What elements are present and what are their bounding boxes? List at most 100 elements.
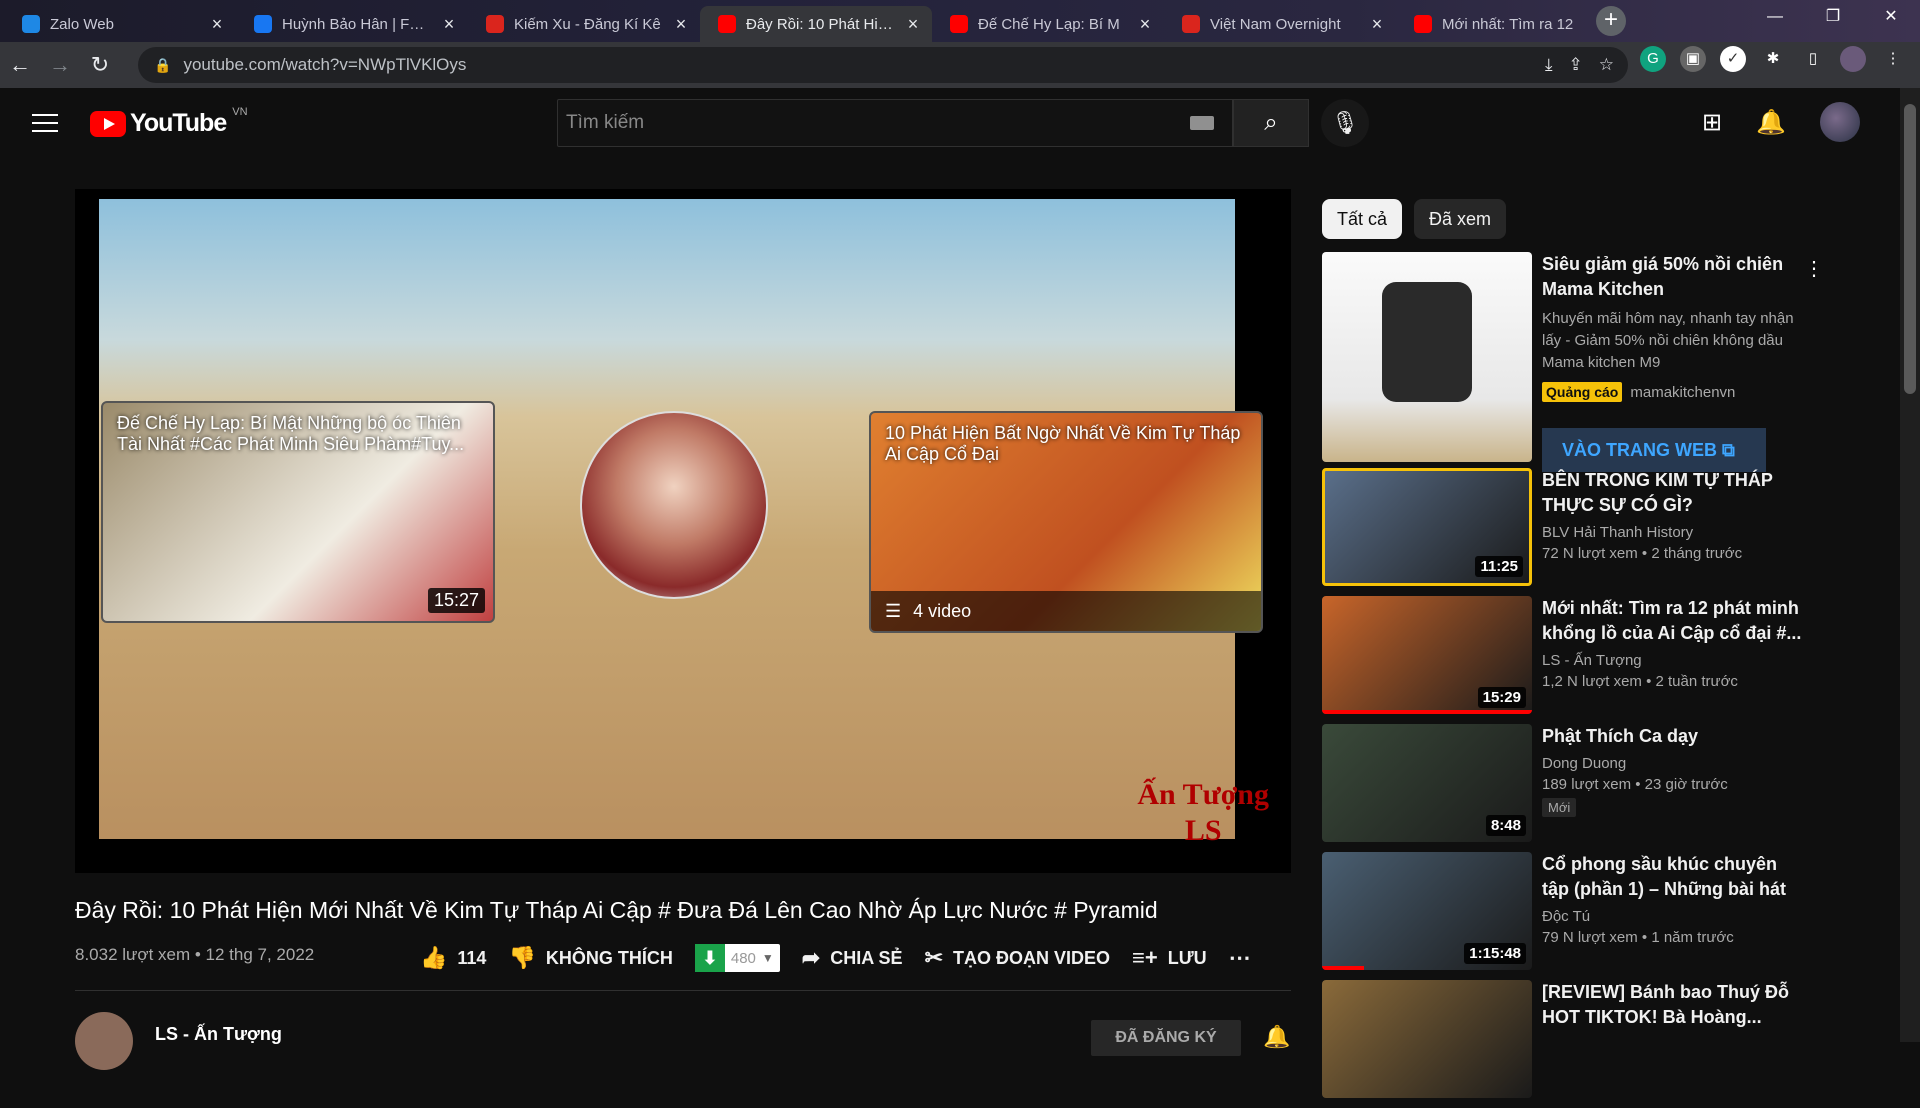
extension-icon[interactable]: ▣ xyxy=(1680,46,1706,72)
more-options-icon[interactable]: ⋮ xyxy=(1804,256,1824,281)
more-actions-button[interactable]: ⋯ xyxy=(1229,945,1251,971)
new-tab-button[interactable]: + xyxy=(1596,6,1626,36)
channel-name[interactable]: BLV Hải Thanh History xyxy=(1542,524,1802,541)
visit-site-button[interactable]: VÀO TRANG WEB ⧉ xyxy=(1542,428,1766,472)
thumbs-down-icon: 👎 xyxy=(508,945,536,970)
related-video-item[interactable]: [REVIEW] Bánh bao Thuý Đỗ HOT TIKTOK! Bà… xyxy=(1322,980,1812,1108)
video-title[interactable]: Cổ phong sầu khúc chuyên tập (phần 1) – … xyxy=(1542,852,1802,902)
notifications-bell-icon[interactable]: 🔔 xyxy=(1756,108,1786,137)
window-controls: — ❐ ✕ xyxy=(1746,0,1920,34)
create-video-icon[interactable]: ⊞ xyxy=(1702,108,1722,137)
browser-tab[interactable]: Kiếm Xu - Đăng Kí Kê × xyxy=(468,6,700,42)
browser-tab-strip: Zalo Web × Huỳnh Bảo Hân | Face × Kiếm Xu - … xyxy=(0,0,1920,42)
logo-text: YouTube xyxy=(130,109,227,137)
video-stats: 79 N lượt xem • 1 năm trước xyxy=(1542,929,1734,946)
like-button[interactable]: 👍 114 xyxy=(420,945,486,971)
video-title[interactable]: Mới nhất: Tìm ra 12 phát minh khổng lồ c… xyxy=(1542,596,1802,646)
scroll-thumb[interactable] xyxy=(1904,104,1916,394)
minimize-icon[interactable]: — xyxy=(1746,0,1804,34)
browser-tab[interactable]: Zalo Web × xyxy=(4,6,236,42)
forward-icon[interactable]: → xyxy=(40,45,80,85)
tab-title: Mới nhất: Tìm ra 12 xyxy=(1442,15,1574,33)
channel-name[interactable]: LS - Ấn Tượng xyxy=(1542,652,1802,669)
address-bar[interactable]: 🔒 youtube.com/watch?v=NWpTlVKlOys ⤓ ⇪ ☆ xyxy=(138,47,1628,83)
menu-dots-icon[interactable]: ⋮ xyxy=(1880,46,1906,72)
close-tab-icon[interactable]: × xyxy=(208,14,226,35)
ad-title[interactable]: Siêu giảm giá 50% nồi chiên Mama Kitchen xyxy=(1542,252,1802,302)
dislike-button[interactable]: 👎 KHÔNG THÍCH xyxy=(508,945,672,971)
video-thumbnail[interactable]: 11:25 xyxy=(1322,468,1532,586)
menu-icon[interactable] xyxy=(28,110,62,136)
voice-search-button[interactable]: 🎙 xyxy=(1321,99,1369,147)
ad-description: Khuyến mãi hôm nay, nhanh tay nhận lấy -… xyxy=(1542,310,1794,371)
notification-bell-icon[interactable]: 🔔 xyxy=(1263,1024,1290,1050)
browser-tab[interactable]: Đây Rồi: 10 Phát Hiện × xyxy=(700,6,932,42)
bookmark-star-icon[interactable]: ☆ xyxy=(1599,55,1614,75)
chip-all[interactable]: Tất cả xyxy=(1322,199,1403,239)
related-video-item[interactable]: 11:25 BÊN TRONG KIM TỰ THÁP THỰC SỰ CÓ GÌ… xyxy=(1322,468,1812,596)
playlist-icon: ☰ xyxy=(885,600,902,621)
share-icon[interactable]: ⇪ xyxy=(1569,55,1583,75)
ad-thumbnail[interactable] xyxy=(1322,252,1532,462)
browser-tab[interactable]: Việt Nam Overnight × xyxy=(1164,6,1396,42)
close-tab-icon[interactable]: × xyxy=(1136,14,1154,35)
account-avatar[interactable] xyxy=(1820,102,1860,142)
tab-favicon-icon xyxy=(718,15,736,33)
browser-tab[interactable]: Đế Chế Hy Lạp: Bí M × xyxy=(932,6,1164,42)
search-button[interactable]: ⌕ xyxy=(1233,99,1309,147)
related-video-item[interactable]: 1:15:48 Cổ phong sầu khúc chuyên tập (phầ… xyxy=(1322,852,1812,980)
video-thumbnail[interactable]: 15:29 xyxy=(1322,596,1532,714)
sidepanel-icon[interactable]: ▯ xyxy=(1800,46,1826,72)
close-tab-icon[interactable]: × xyxy=(440,14,458,35)
maximize-icon[interactable]: ❐ xyxy=(1804,0,1862,34)
install-icon[interactable]: ⤓ xyxy=(1545,55,1553,75)
share-button[interactable]: ➦ CHIA SẺ xyxy=(802,945,903,971)
close-tab-icon[interactable]: × xyxy=(1368,14,1386,35)
grammarly-icon[interactable]: G xyxy=(1640,46,1666,72)
check-extension-icon[interactable]: ✓ xyxy=(1720,46,1746,72)
video-thumbnail[interactable] xyxy=(1322,980,1532,1098)
browser-tab[interactable]: Mới nhất: Tìm ra 12× xyxy=(1396,6,1628,42)
back-icon[interactable]: ← xyxy=(0,45,40,85)
clip-button[interactable]: ✂ TẠO ĐOẠN VIDEO xyxy=(925,945,1110,971)
browser-tab[interactable]: Huỳnh Bảo Hân | Face × xyxy=(236,6,468,42)
tab-favicon-icon xyxy=(1182,15,1200,33)
keyboard-icon[interactable] xyxy=(1190,116,1214,130)
reload-icon[interactable]: ↻ xyxy=(80,45,120,85)
sponsored-ad[interactable]: Siêu giảm giá 50% nồi chiên Mama Kitchen… xyxy=(1322,252,1824,472)
video-player[interactable]: Đế Chế Hy Lạp: Bí Mật Những bộ óc Thiên … xyxy=(75,189,1291,873)
search-input[interactable]: Tìm kiếm xyxy=(557,99,1233,147)
video-title[interactable]: [REVIEW] Bánh bao Thuý Đỗ HOT TIKTOK! Bà… xyxy=(1542,980,1802,1030)
close-tab-icon[interactable]: × xyxy=(904,14,922,35)
close-tab-icon[interactable]: × xyxy=(672,14,690,35)
youtube-header: YouTube VN Tìm kiếm ⌕ 🎙 ⊞ 🔔 xyxy=(0,88,1900,158)
endcard-playlist-right[interactable]: 10 Phát Hiện Bất Ngờ Nhất Về Kim Tự Tháp… xyxy=(869,411,1263,633)
subscribed-button[interactable]: ĐÃ ĐĂNG KÝ xyxy=(1091,1020,1241,1056)
page-scrollbar[interactable] xyxy=(1900,88,1920,1042)
chip-watched[interactable]: Đã xem xyxy=(1414,199,1507,239)
save-button[interactable]: ≡+ LƯU xyxy=(1132,945,1207,971)
endcard-right-title: 10 Phát Hiện Bất Ngờ Nhất Về Kim Tự Tháp… xyxy=(885,423,1241,464)
download-quality-select[interactable]: ⬇ 480 ▼ xyxy=(694,944,780,972)
related-video-item[interactable]: 15:29 Mới nhất: Tìm ra 12 phát minh khổng… xyxy=(1322,596,1812,724)
endcard-video-left[interactable]: Đế Chế Hy Lạp: Bí Mật Những bộ óc Thiên … xyxy=(101,401,495,623)
endcard-channel-avatar[interactable] xyxy=(580,411,768,599)
profile-icon[interactable] xyxy=(1840,46,1866,72)
channel-name[interactable]: Độc Tú xyxy=(1542,908,1802,925)
video-thumbnail[interactable]: 8:48 xyxy=(1322,724,1532,842)
tab-title: Việt Nam Overnight xyxy=(1210,15,1341,33)
video-duration: 1:15:48 xyxy=(1464,943,1526,964)
video-thumbnail[interactable]: 1:15:48 xyxy=(1322,852,1532,970)
video-title: Đây Rồi: 10 Phát Hiện Mới Nhất Về Kim Tự… xyxy=(75,897,1158,923)
youtube-logo[interactable]: YouTube VN xyxy=(90,106,248,138)
channel-name[interactable]: Dong Duong xyxy=(1542,755,1802,772)
puzzle-icon[interactable]: ✱ xyxy=(1760,46,1786,72)
endcard-left-title: Đế Chế Hy Lạp: Bí Mật Những bộ óc Thiên … xyxy=(117,413,465,454)
video-title[interactable]: Phật Thích Ca dạy xyxy=(1542,724,1802,749)
channel-avatar[interactable] xyxy=(75,1012,133,1070)
video-title[interactable]: BÊN TRONG KIM TỰ THÁP THỰC SỰ CÓ GÌ? xyxy=(1542,468,1802,518)
related-video-item[interactable]: 8:48 Phật Thích Ca dạy Dong Duong 189 lượt … xyxy=(1322,724,1812,852)
close-window-icon[interactable]: ✕ xyxy=(1862,0,1920,34)
playlist-add-icon: ≡+ xyxy=(1132,945,1158,970)
tab-title: Zalo Web xyxy=(50,15,114,33)
